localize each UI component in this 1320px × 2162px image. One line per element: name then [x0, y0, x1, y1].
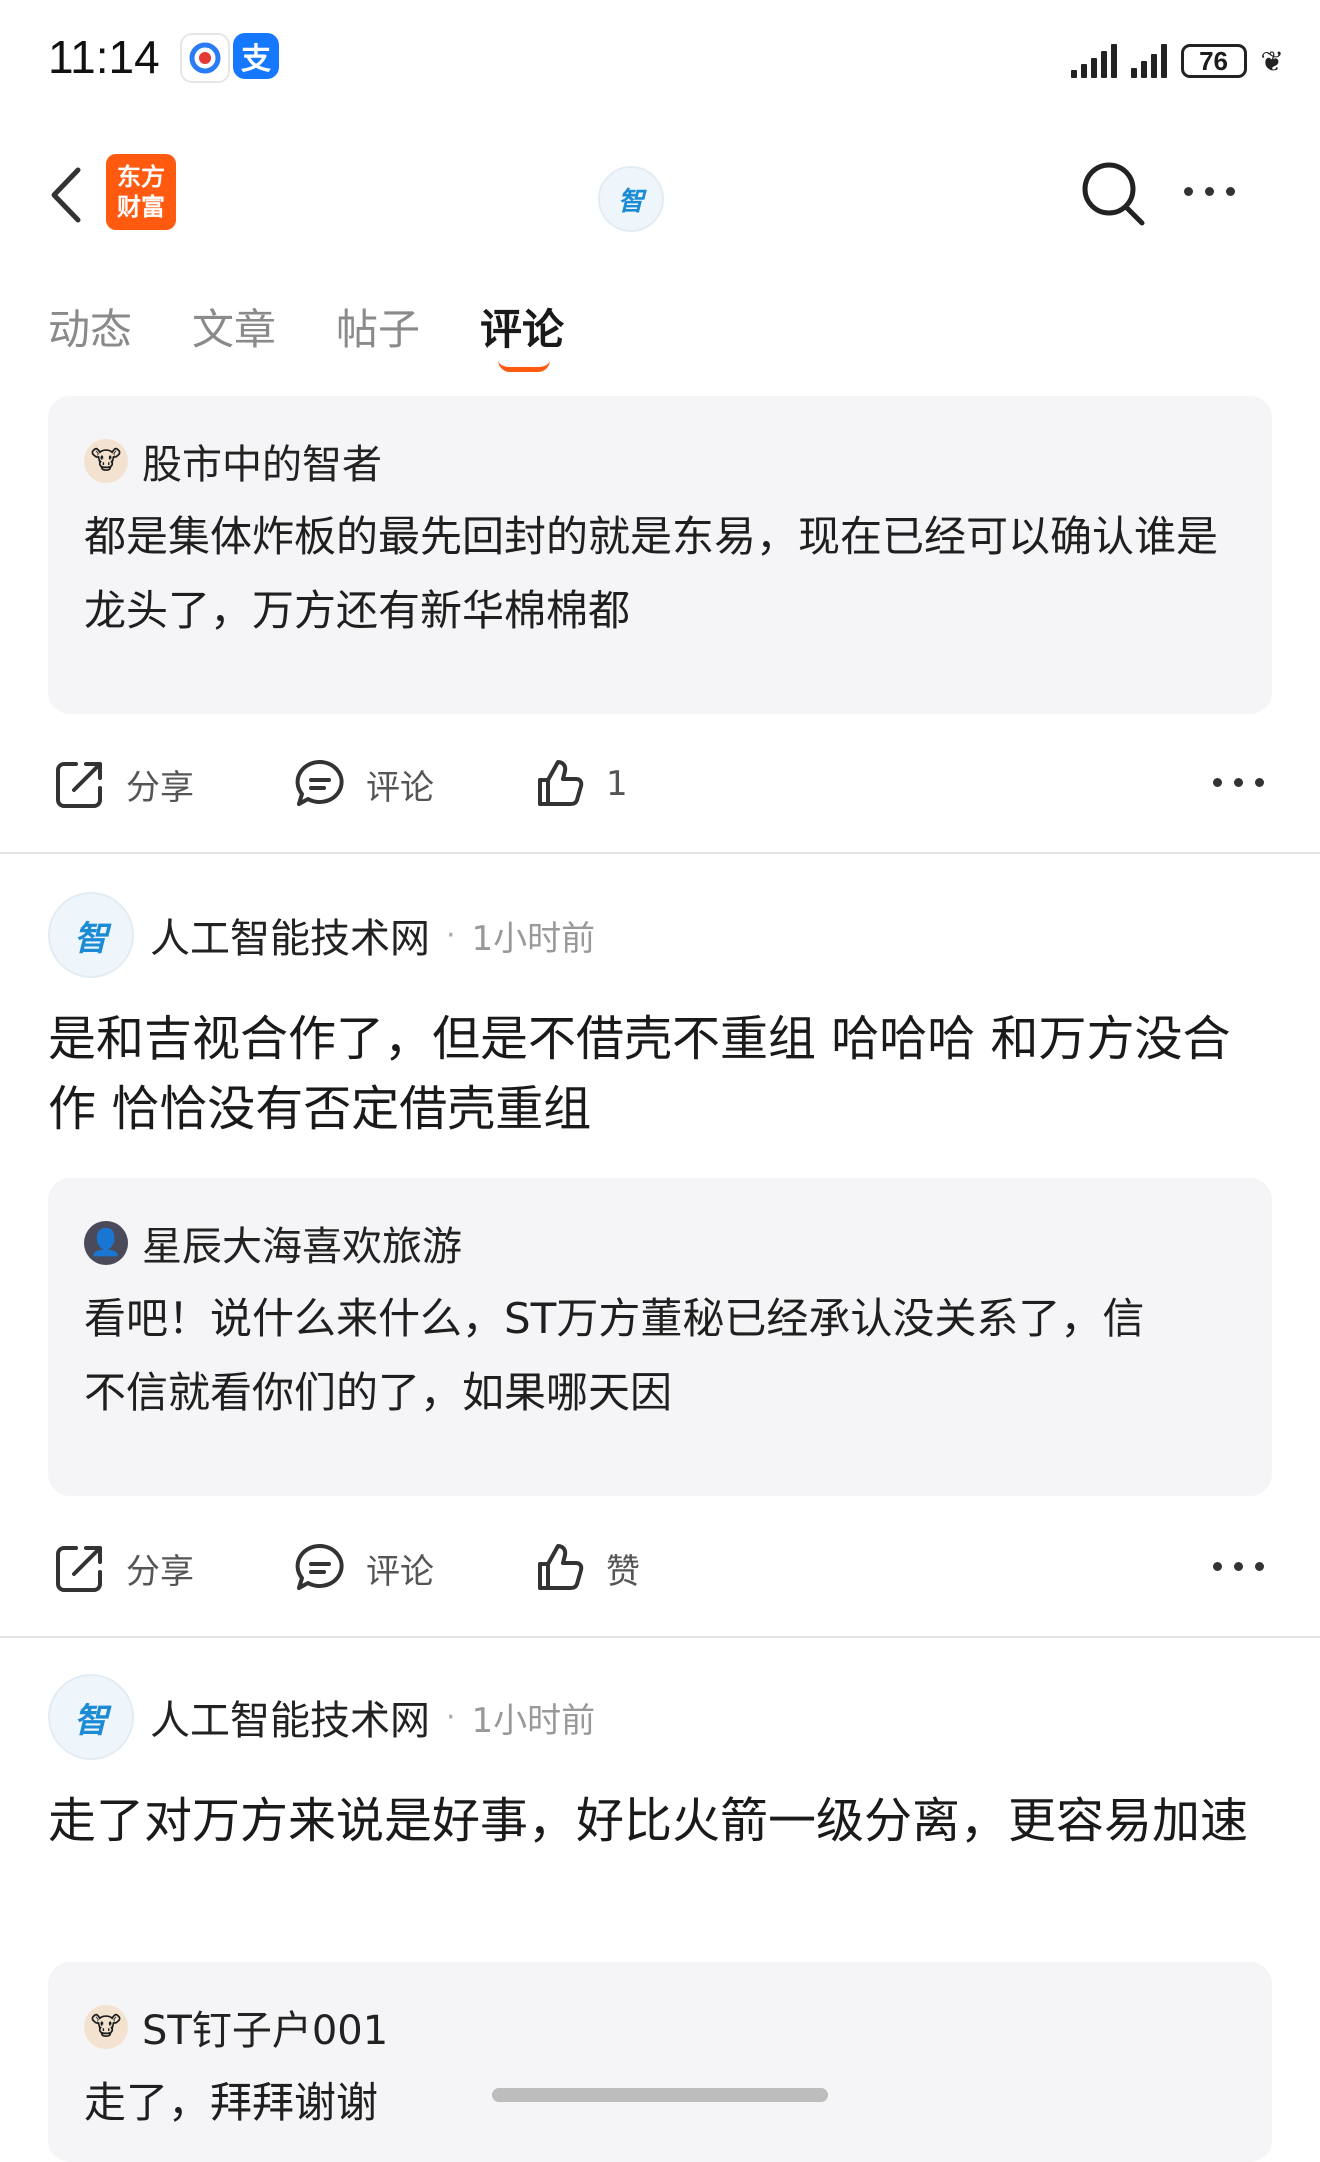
share-label: 分享: [126, 1551, 194, 1592]
post-time: 1小时前: [471, 1700, 596, 1741]
item-more-button[interactable]: [1213, 778, 1264, 787]
action-bar: 分享 评论 赞: [48, 1528, 1272, 1608]
author-avatar[interactable]: 智: [48, 892, 134, 978]
top-nav: 东方 财富 智: [0, 140, 1320, 250]
post-time: 1小时前: [471, 918, 596, 959]
search-button[interactable]: [1078, 158, 1148, 228]
signal-icon-2: [1130, 42, 1167, 78]
like-icon: [538, 760, 584, 806]
quote-text: 看吧！说什么来什么，ST万方董秘已经承认没关系了，信不信就看你们的了，如果哪天因: [84, 1294, 1145, 1417]
separator-dot: ·: [446, 917, 456, 953]
share-icon: [56, 762, 102, 808]
post-header: 智 人工智能技术网 · 1小时前: [48, 1672, 595, 1762]
battery-icon: 76: [1180, 44, 1247, 78]
comment-icon: [295, 1543, 344, 1590]
more-button[interactable]: [1184, 176, 1248, 206]
status-indicators: 76 ❦: [1070, 38, 1284, 78]
user-avatar: 🐮: [84, 2005, 128, 2049]
more-icon: [1184, 186, 1193, 196]
share-label: 分享: [126, 767, 194, 808]
quoted-comment[interactable]: 👤 星辰大海喜欢旅游 看吧！说什么来什么，ST万方董秘已经承认没关系了，信不信就…: [48, 1178, 1272, 1496]
home-indicator[interactable]: [492, 2088, 828, 2102]
notification-app-icon: [180, 33, 230, 83]
like-label: 赞: [606, 1551, 640, 1592]
quote-user: 👤 星辰大海喜欢旅游: [84, 1218, 1236, 1270]
status-time: 11:14: [48, 31, 160, 83]
quoted-comment[interactable]: 🐮 ST钉子户001 走了，拜拜谢谢: [48, 1962, 1272, 2162]
post-text[interactable]: 走了对万方来说是好事，好比火箭一级分离，更容易加速: [48, 1786, 1278, 1856]
share-icon: [56, 1546, 102, 1592]
author-avatar[interactable]: 智: [48, 1674, 134, 1760]
user-avatar: 🐮: [84, 439, 128, 483]
comment-button[interactable]: 评论: [292, 744, 434, 824]
share-button[interactable]: 分享: [52, 1528, 194, 1608]
leaf-icon: ❦: [1260, 45, 1284, 78]
comment-label: 评论: [366, 1551, 434, 1592]
like-button[interactable]: 赞: [532, 1528, 640, 1608]
quote-text: 走了，拜拜谢谢: [84, 2078, 379, 2127]
action-bar: 分享 评论 1: [48, 744, 1272, 824]
more-icon: [1213, 1562, 1222, 1571]
signal-icon: [1070, 42, 1117, 78]
more-icon: [1213, 778, 1222, 787]
tab-articles[interactable]: 文章: [192, 296, 276, 366]
like-count: 1: [606, 764, 628, 804]
user-avatar: 👤: [84, 1221, 128, 1265]
comment-button[interactable]: 评论: [292, 1528, 434, 1608]
post-text[interactable]: 是和吉视合作了，但是不借壳不重组 哈哈哈 和万方没合作 恰恰没有否定借壳重组: [48, 1004, 1278, 1144]
search-icon: [1082, 162, 1145, 226]
share-button[interactable]: 分享: [52, 744, 194, 824]
author-name[interactable]: 人工智能技术网: [150, 1688, 430, 1746]
post-header: 智 人工智能技术网 · 1小时前: [48, 890, 595, 980]
alipay-icon: 支: [233, 33, 279, 79]
tab-bar: 动态 文章 帖子 评论: [48, 296, 564, 386]
quote-user: 🐮 股市中的智者: [84, 436, 1236, 488]
active-tab-indicator: [498, 360, 551, 372]
separator-dot: ·: [446, 1699, 456, 1735]
quoted-comment[interactable]: 🐮 股市中的智者 都是集体炸板的最先回封的就是东易，现在已经可以确认谁是龙头了，…: [48, 396, 1272, 714]
like-button[interactable]: 1: [532, 744, 628, 824]
quote-username[interactable]: 股市中的智者: [142, 432, 382, 490]
divider: [0, 852, 1320, 854]
back-arrow-icon: [51, 167, 81, 223]
quote-username[interactable]: 星辰大海喜欢旅游: [142, 1214, 462, 1272]
comment-icon: [295, 759, 344, 806]
profile-avatar[interactable]: 智: [598, 166, 664, 232]
divider: [0, 1636, 1320, 1638]
quote-text: 都是集体炸板的最先回封的就是东易，现在已经可以确认谁是龙头了，万方还有新华棉棉都: [84, 512, 1219, 635]
item-more-button[interactable]: [1213, 1562, 1264, 1571]
quote-username[interactable]: ST钉子户001: [142, 1998, 388, 2056]
back-button[interactable]: [44, 162, 88, 228]
status-bar: 11:14 支 76 ❦: [0, 0, 1320, 118]
author-name[interactable]: 人工智能技术网: [150, 906, 430, 964]
tab-posts[interactable]: 帖子: [336, 296, 420, 366]
comment-label: 评论: [366, 767, 434, 808]
quote-user: 🐮 ST钉子户001: [84, 2002, 1236, 2054]
like-icon: [538, 1544, 584, 1590]
brand-logo: 东方 财富: [106, 154, 176, 230]
tab-dynamics[interactable]: 动态: [48, 296, 132, 366]
tab-comments[interactable]: 评论: [480, 296, 564, 372]
